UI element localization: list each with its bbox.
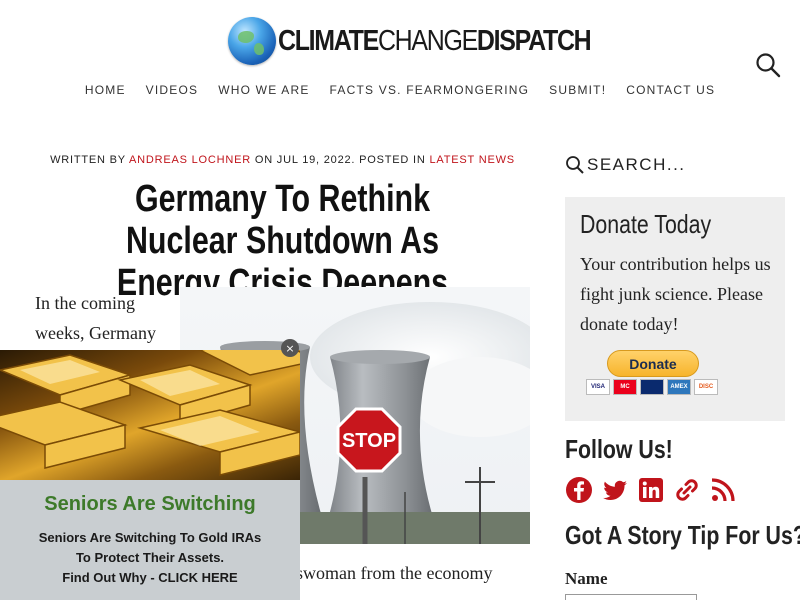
nav-item-videos[interactable]: VIDEOS	[136, 82, 209, 98]
header-search-icon[interactable]	[755, 52, 781, 78]
ad-headline[interactable]: Seniors Are Switching	[0, 493, 300, 516]
rss-icon[interactable]	[709, 474, 737, 506]
amex-card-icon: AMEX	[667, 379, 691, 395]
maestro-card-icon	[640, 379, 664, 395]
story-tip-title: Got A Story Tip For Us?	[565, 520, 800, 550]
follow-us-title: Follow Us!	[565, 434, 673, 464]
nav-item-who-we-are[interactable]: WHO WE ARE	[208, 82, 319, 98]
meta-date: ON JUL 19, 2022. POSTED IN	[254, 154, 426, 166]
article-lead: In the coming weeks, Germany	[35, 293, 156, 343]
donate-body: Your contribution helps us fight junk sc…	[580, 254, 771, 334]
ad-banner[interactable]: Seniors Are Switching Seniors Are Switch…	[0, 350, 300, 600]
discover-card-icon: DISC	[694, 379, 718, 395]
gold-bars-image	[0, 350, 300, 480]
logo-word-change: CHANGE	[377, 24, 478, 57]
ad-line-2: To Protect Their Assets.	[75, 550, 225, 565]
linkedin-icon[interactable]	[637, 474, 665, 506]
logo-word-dispatch: DISPATCH	[476, 24, 592, 57]
article-meta: WRITTEN BY ANDREAS LOCHNER ON JUL 19, 20…	[35, 154, 530, 166]
main-nav: HOME VIDEOS WHO WE ARE FACTS VS. FEARMON…	[0, 82, 800, 98]
ad-line-3: Find Out Why - CLICK HERE	[62, 570, 238, 585]
nav-item-contact-us[interactable]: CONTACT US	[616, 82, 725, 98]
donate-title: Donate Today	[580, 209, 712, 239]
nav-item-submit[interactable]: SUBMIT!	[539, 82, 616, 98]
site-logo-text: CLIMATECHANGEDISPATCH	[278, 24, 592, 58]
globe-icon	[228, 17, 276, 65]
stop-sign-text: STOP	[342, 430, 396, 452]
author-link[interactable]: ANDREAS LOCHNER	[129, 154, 251, 166]
social-links	[565, 474, 737, 506]
search-icon	[566, 156, 584, 174]
article-body-fragment: eswoman from the economy	[288, 563, 493, 583]
logo-word-climate: CLIMATE	[278, 24, 379, 57]
sidebar-search[interactable]: SEARCH...	[565, 150, 785, 180]
donate-widget: Donate Today Your contribution helps us …	[565, 197, 785, 421]
paypal-donate-button[interactable]: Donate	[607, 350, 699, 377]
facebook-icon[interactable]	[565, 474, 593, 506]
payment-cards: VISA MC AMEX DISC	[586, 379, 718, 395]
nav-item-home[interactable]: HOME	[75, 82, 136, 98]
nav-item-facts-vs-fearmongering[interactable]: FACTS VS. FEARMONGERING	[320, 82, 540, 98]
name-label: Name	[565, 569, 608, 588]
ad-line-1: Seniors Are Switching To Gold IRAs	[38, 530, 262, 545]
meta-written-by: WRITTEN BY	[50, 154, 126, 166]
visa-card-icon: VISA	[586, 379, 610, 395]
site-logo[interactable]: CLIMATECHANGEDISPATCH	[228, 14, 641, 68]
ad-body[interactable]: Seniors Are Switching To Gold IRAs To Pr…	[0, 528, 300, 588]
name-field[interactable]	[565, 594, 697, 600]
mastercard-icon: MC	[613, 379, 637, 395]
sidebar-search-placeholder[interactable]: SEARCH...	[587, 155, 686, 175]
twitter-icon[interactable]	[601, 474, 629, 506]
category-link[interactable]: LATEST NEWS	[430, 154, 515, 166]
ad-close-button[interactable]: ×	[281, 339, 299, 357]
link-icon[interactable]	[673, 474, 701, 506]
article-title: Germany To Rethink Nuclear Shutdown As E…	[116, 178, 449, 304]
